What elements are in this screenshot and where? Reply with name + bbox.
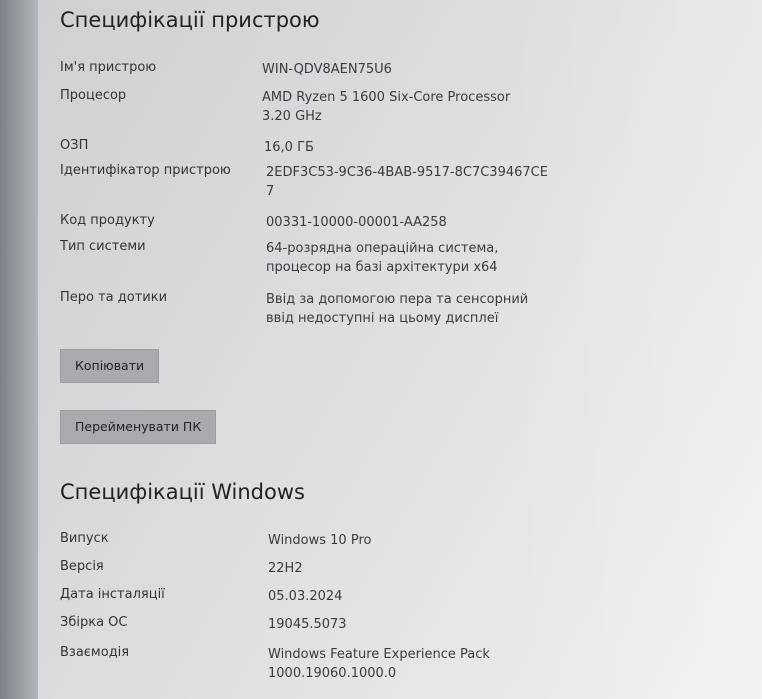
spec-value[interactable]: 00331-10000-00001-AA258 <box>266 213 566 232</box>
spec-value[interactable]: 05.03.2024 <box>268 587 568 606</box>
spec-label: Версія <box>60 559 104 574</box>
spec-value[interactable]: 64-розрядна операційна система, процесор… <box>266 239 566 277</box>
copy-button[interactable]: Копіювати <box>60 349 160 383</box>
spec-label: Випуск <box>60 531 109 546</box>
spec-value[interactable]: 16,0 ГБ <box>264 138 564 157</box>
windows-specs-title: Специфікації Windows <box>60 480 305 504</box>
spec-value[interactable]: Windows 10 Pro <box>268 531 568 550</box>
spec-label: Дата інсталяції <box>60 587 165 602</box>
rename-pc-button[interactable]: Перейменувати ПК <box>60 410 217 444</box>
spec-label: Процесор <box>60 88 127 103</box>
spec-value[interactable]: Ввід за допомогою пера та сенсорний ввід… <box>266 290 566 328</box>
spec-value[interactable]: 22H2 <box>268 559 568 578</box>
spec-value[interactable]: 19045.5073 <box>268 615 568 634</box>
spec-value[interactable]: Windows Feature Experience Pack 1000.190… <box>268 645 568 683</box>
spec-label: Ідентифікатор пристрою <box>60 163 231 178</box>
spec-label: ОЗП <box>60 138 89 153</box>
spec-label: Перо та дотики <box>60 290 168 305</box>
about-page: Специфікації пристрою Ім'я пристрою WIN-… <box>60 0 750 699</box>
device-specs-title: Специфікації пристрою <box>60 8 320 32</box>
spec-label: Збірка ОС <box>60 615 128 630</box>
spec-value[interactable]: AMD Ryzen 5 1600 Six-Core Processor 3.20… <box>262 88 562 126</box>
window-left-edge <box>0 0 38 699</box>
spec-label: Тип системи <box>60 239 146 254</box>
spec-value[interactable]: WIN-QDV8AEN75U6 <box>262 60 562 79</box>
spec-value[interactable]: 2EDF3C53-9C36-4BAB-9517-8C7C39467CE 7 <box>266 163 566 201</box>
spec-label: Взаємодія <box>60 645 130 660</box>
spec-label: Ім'я пристрою <box>60 60 157 75</box>
spec-label: Код продукту <box>60 213 155 228</box>
